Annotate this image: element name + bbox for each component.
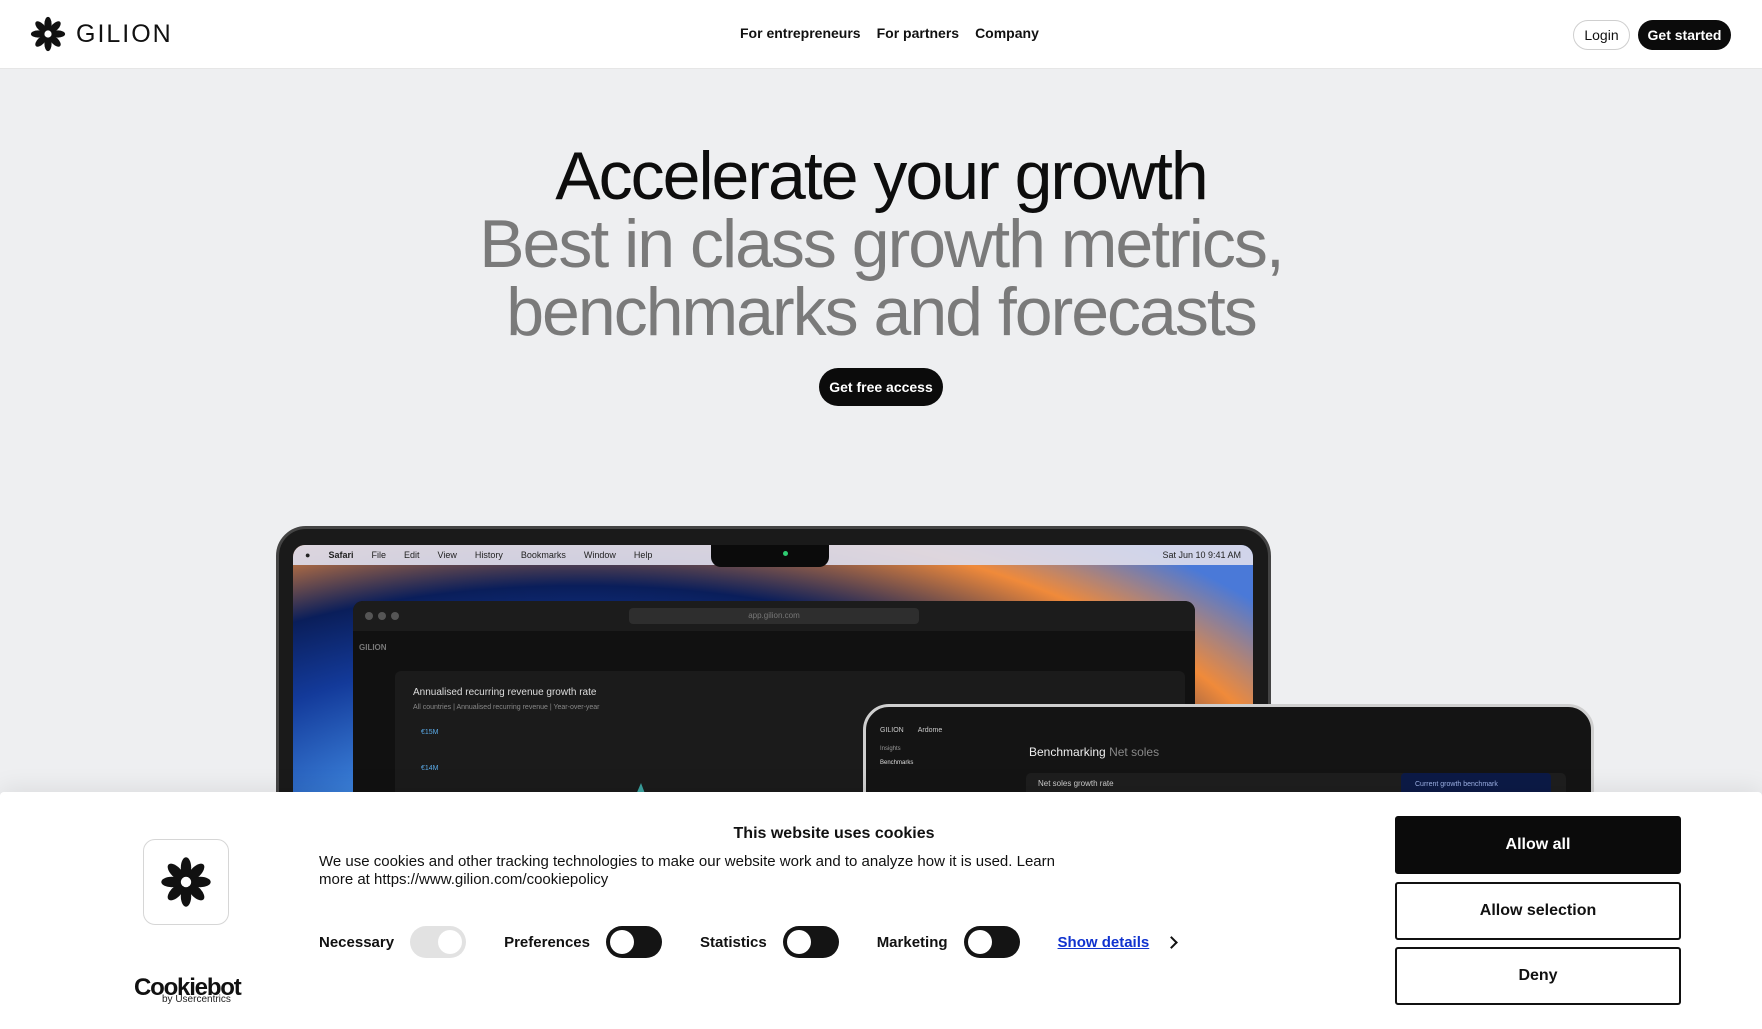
main-nav: For entrepreneurs For partners Company	[740, 25, 1039, 41]
chart-title: Annualised recurring revenue growth rate	[413, 687, 597, 698]
toggle-label-preferences: Preferences	[504, 933, 590, 951]
nav-entrepreneurs[interactable]: For entrepreneurs	[740, 25, 861, 41]
show-details-link[interactable]: Show details	[1057, 933, 1179, 951]
marketing-toggle[interactable]	[963, 926, 1020, 958]
chart-subtitle: All countries | Annualised recurring rev…	[413, 704, 600, 711]
allow-all-button[interactable]: Allow all	[1395, 816, 1681, 874]
nav-company[interactable]: Company	[975, 25, 1039, 41]
menubar-item: Safari	[328, 550, 354, 560]
deny-button[interactable]: Deny	[1395, 947, 1681, 1005]
login-button[interactable]: Login	[1573, 20, 1630, 50]
menubar-clock: Sat Jun 10 9:41 AM	[1162, 550, 1241, 560]
sidebar-item-benchmarks: Benchmarks	[880, 760, 914, 766]
menubar-item: View	[437, 550, 457, 560]
hero-headline: Accelerate your growth	[555, 138, 1208, 214]
toggle-label-necessary: Necessary	[319, 933, 395, 951]
cookiebot-byline: by Usercentrics	[162, 994, 231, 1005]
cookie-description: We use cookies and other tracking techno…	[319, 853, 1055, 888]
sidebar-item-insights: Insights	[880, 746, 901, 752]
nav-partners[interactable]: For partners	[877, 25, 959, 41]
chart-tick-label: €14M	[421, 765, 439, 772]
brand-name: GILION	[76, 19, 173, 48]
hero-subheadline-1: Best in class growth metrics,	[479, 206, 1285, 282]
toggle-label-marketing: Marketing	[876, 933, 948, 951]
tablet-brand: GILION	[880, 727, 904, 734]
menubar-item: Bookmarks	[520, 550, 566, 560]
gilion-flower-icon	[161, 857, 211, 907]
get-started-button[interactable]: Get started	[1638, 20, 1731, 50]
gilion-flower-icon	[30, 16, 66, 52]
browser-toolbar: app.gilion.com	[353, 601, 1195, 631]
menubar-item: Edit	[403, 550, 420, 560]
camera-notch	[711, 545, 829, 567]
statistics-toggle[interactable]	[782, 926, 839, 958]
url-bar: app.gilion.com	[629, 608, 919, 624]
hero-subheadline-2: benchmarks and forecasts	[506, 274, 1258, 350]
menubar-item: Help	[633, 550, 653, 560]
show-details-label: Show details	[1057, 933, 1150, 951]
get-free-access-button[interactable]: Get free access	[819, 368, 943, 406]
allow-selection-button[interactable]: Allow selection	[1395, 882, 1681, 940]
menubar-item: History	[474, 550, 503, 560]
preferences-toggle[interactable]	[605, 926, 662, 958]
toggle-label-statistics: Statistics	[699, 933, 767, 951]
chart-tick-label: €15M	[421, 729, 439, 736]
gilion-logo[interactable]: GILION	[30, 16, 173, 52]
menubar-item: File	[371, 550, 386, 560]
site-header: GILION For entrepreneurs For partners Co…	[0, 0, 1762, 69]
necessary-toggle	[410, 926, 467, 958]
apple-icon: ●	[305, 550, 311, 560]
cookie-banner: Cookiebot by Usercentrics This website u…	[0, 792, 1762, 1029]
window-controls	[365, 612, 399, 620]
app-brand: GILION	[359, 643, 387, 652]
benchmark-heading: Benchmarking Net soles	[1029, 745, 1160, 759]
workspace-name: Ardome	[917, 727, 943, 734]
chevron-right-icon	[1165, 935, 1179, 949]
menubar-item: Window	[583, 550, 616, 560]
cookie-brand-logo	[143, 839, 229, 925]
panel-label: Net soles growth rate	[1038, 779, 1114, 788]
camera-icon	[783, 551, 788, 556]
consent-toggles: Necessary Preferences Statistics Marketi…	[319, 926, 1179, 958]
